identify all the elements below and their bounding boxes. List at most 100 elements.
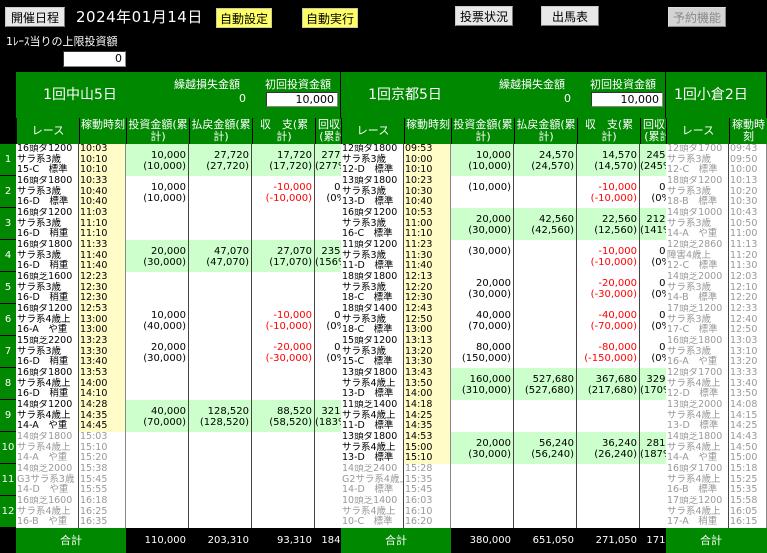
race-row[interactable]: 16頭ダ1200 サラ系3歳 16-D 稍重 11:03 11:10 11:10 (16, 208, 353, 241)
auto-run-button[interactable]: 自動実行 (302, 8, 358, 28)
run-times: 09:53 10:00 10:10 (404, 144, 451, 177)
time-line: 09:53 (405, 144, 433, 154)
run-times: 12:33 12:40 12:50 (729, 304, 767, 337)
column-header-race: レース (666, 118, 729, 144)
value-line: 20,000 (151, 342, 186, 353)
race-row[interactable]: 16頭芝1800 サラ系3歳 16-A や重 13:03 13:10 13:20 (666, 336, 767, 369)
race-row[interactable]: 17頭芝1200 サラ系4歳上 17-A 稍重 15:58 16:05 16:15 (666, 496, 767, 529)
race-line: 16-A や重 (17, 324, 68, 335)
race-line: 16-D 標準 (17, 196, 69, 207)
time-line: 15:55 (80, 484, 108, 495)
race-row[interactable]: 11頭ダ1200 サラ系3歳 11-D 標準 11:23 11:30 11:40 (30,0… (341, 240, 678, 273)
race-row[interactable]: 16頭ダ1200 サラ系3歳 15-C 標準 10:03 10:10 10:10 10,00… (16, 144, 353, 177)
race-info: 16頭ダ1800 サラ系4歳上 16-D 稍重 (16, 368, 79, 401)
race-row[interactable]: 13頭ダ1800 サラ系4歳上 13-D 標準 13:43 13:50 14:00 160,… (341, 368, 678, 401)
toolbar: 開催日程 2024年01月14日 自動設定 自動実行 投票状況 出馬表 予約機能 (0, 0, 767, 30)
race-line: 13頭ダ1800 (342, 432, 398, 442)
race-info: 17頭芝1200 サラ系3歳 17-C 標準 (666, 304, 729, 337)
reservation-button[interactable]: 予約機能 (668, 7, 726, 27)
race-info: 16頭ダ1200 サラ系4歳上 16-A や重 (16, 304, 79, 337)
time-line: 13:23 (80, 336, 108, 346)
race-row[interactable]: 16頭ダ1200 サラ系4歳上 16-A や重 12:53 13:00 13:00 10,0… (16, 304, 353, 337)
race-row[interactable]: 16頭ダ1700 サラ系4歳上 16-B 標準 15:18 15:25 15:35 (666, 464, 767, 497)
run-times: 12:53 13:00 13:00 (79, 304, 126, 337)
race-row[interactable]: 15頭ダ1200 サラ系3歳 15-C 標準 13:13 13:20 13:30 80,00… (341, 336, 678, 369)
auto-setting-button[interactable]: 自動設定 (216, 8, 272, 28)
race-row[interactable]: 16頭芝1600 サラ系3歳 16-D 稍重 12:23 12:30 12:30 (16, 272, 353, 305)
time-line: 11:13 (730, 240, 758, 250)
race-line: 18-C 標準 (342, 292, 393, 303)
time-line: 14:18 (405, 400, 433, 410)
invest-amount: 20,000 (30,000) (451, 208, 514, 241)
race-info: 18頭ダ1800 サラ系3歳 18-C 標準 (341, 272, 404, 305)
time-line: 16:18 (80, 496, 108, 506)
balance-amount: 36,240 (26,240) (577, 432, 640, 465)
race-line: 14頭ダ1200 (17, 400, 73, 410)
race-row[interactable]: 16頭芝1600 サラ系4歳上 16-B や重 16:18 16:25 16:35 (16, 496, 353, 529)
cumulative-line: (-30,000) (590, 289, 637, 300)
initial-investment-input[interactable]: 10,000 (266, 92, 338, 107)
race-info: 14頭ダ1000 サラ系3歳 14-A や重 (666, 208, 729, 241)
run-times: 13:13 13:20 13:30 (404, 336, 451, 369)
race-row[interactable]: 12頭ダ1800 サラ系3歳 12-D 標準 09:53 10:00 10:10 10,00… (341, 144, 678, 177)
race-line: 16頭ダ1800 (17, 240, 73, 250)
race-row[interactable]: 10頭芝1400 サラ系4歳上 10-C 標準 16:03 16:10 16:20 (341, 496, 678, 529)
race-row[interactable]: 18頭ダ1200 サラ系3歳 18-B 標準 10:13 10:20 10:30 (666, 176, 767, 209)
payout-amount (514, 176, 577, 209)
race-row[interactable]: 11頭芝1400 サラ系4歳上 11-D 標準 14:18 14:25 14:35 (341, 400, 678, 433)
race-line: 16-C 標準 (342, 228, 393, 239)
invest-amount (126, 208, 189, 241)
race-row[interactable]: 18頭ダ1800 サラ系3歳 18-C 標準 12:13 12:20 12:30 20,00… (341, 272, 678, 305)
race-row[interactable]: 14頭ダ1200 サラ系4歳上 14-A や重 14:28 14:35 14:45 40,0… (16, 400, 353, 433)
balance-amount: -40,000 (-70,000) (577, 304, 640, 337)
balance-amount (252, 208, 315, 241)
race-row[interactable]: 14頭芝2000 G3サラ系3歳 14-D や重 15:38 15:45 15:55 (16, 464, 353, 497)
race-row[interactable]: 12頭ダ1700 サラ系4歳上 12-D 標準 13:33 13:40 13:50 (666, 368, 767, 401)
race-row[interactable]: 18頭ダ1400 サラ系3歳 18-C 標準 12:43 12:50 13:00 40,00… (341, 304, 678, 337)
race-info: 15頭芝2200 サラ系3歳 16-D 稍重 (16, 336, 79, 369)
race-row[interactable]: 14頭芝2000 サラ系3歳 14-B 標準 12:03 12:10 12:20 (666, 272, 767, 305)
row-number: 9 (0, 400, 16, 432)
race-row[interactable]: 16頭ダ1200 サラ系3歳 16-C 標準 10:53 11:00 11:10 20,00… (341, 208, 678, 241)
race-row[interactable]: 17頭芝1200 サラ系3歳 17-C 標準 12:33 12:40 12:50 (666, 304, 767, 337)
row-number: 8 (0, 368, 16, 400)
race-row[interactable]: 12頭芝2860 障害4歳上 12-C 標準 11:13 11:20 11:30 (666, 240, 767, 273)
run-times: 11:13 11:20 11:30 (729, 240, 767, 273)
time-line: 12:20 (730, 292, 758, 303)
race-row[interactable]: 16頭ダ1800 サラ系3歳 16-D 標準 10:33 10:40 10:40 10,00… (16, 176, 353, 209)
vote-status-button[interactable]: 投票状況 (455, 6, 513, 26)
race-info: 10頭芝1400 サラ系4歳上 10-C 標準 (341, 496, 404, 529)
race-line: 13-D 標準 (342, 388, 394, 399)
value-line: 40,000 (151, 406, 186, 417)
time-line: 16:15 (730, 516, 758, 527)
race-row[interactable]: 15頭芝2200 サラ系3歳 16-D 稍重 13:23 13:30 13:40 20,00… (16, 336, 353, 369)
schedule-button[interactable]: 開催日程 (5, 7, 65, 27)
race-info: 14頭芝2000 G3サラ系3歳 14-D や重 (16, 464, 79, 497)
race-row[interactable]: 16頭ダ1800 サラ系3歳 16-D 稍重 11:33 11:40 11:40 20,00… (16, 240, 353, 273)
limit-input[interactable]: 0 (63, 51, 126, 67)
time-line: 14:10 (80, 388, 108, 399)
race-row[interactable]: 14頭芝2400 G2サラ系4歳上 14-D 標準 15:28 15:35 15:45 (341, 464, 678, 497)
payout-amount (189, 368, 252, 401)
payout-amount: 42,560 (42,560) (514, 208, 577, 241)
race-row[interactable]: 13頭芝2000 サラ系4歳上 13-D 標準 14:08 14:15 14:25 (666, 400, 767, 433)
race-row[interactable]: 14頭ダ1800 サラ系4歳上 14-A や重 15:03 15:10 15:20 (16, 432, 353, 465)
time-line: 10:13 (730, 176, 758, 186)
invest-amount: (10,000) (451, 176, 514, 209)
race-row[interactable]: 14頭ダ1000 サラ系3歳 14-A や重 10:43 10:50 11:00 (666, 208, 767, 241)
venue-name: 1回小倉2日 (674, 87, 748, 103)
race-row[interactable]: 16頭ダ1800 サラ系4歳上 16-D 稍重 13:53 14:00 14:10 (16, 368, 353, 401)
race-line: 13頭芝2000 (667, 400, 723, 410)
race-info: 13頭ダ1800 サラ系4歳上 13-D 標準 (341, 432, 404, 465)
balance-amount (252, 272, 315, 305)
balance-amount: 14,570 (14,570) (577, 144, 640, 177)
time-line: 13:53 (80, 368, 108, 378)
race-row[interactable]: 13頭ダ1800 サラ系3歳 13-D 標準 10:23 10:30 10:40 (10,0… (341, 176, 678, 209)
entries-button[interactable]: 出馬表 (541, 6, 599, 26)
race-row[interactable]: 13頭ダ1800 サラ系4歳上 13-D 標準 14:53 15:00 15:10 20,0… (341, 432, 678, 465)
initial-investment-input[interactable]: 10,000 (591, 92, 663, 107)
race-row[interactable]: 12頭ダ1700 サラ系3歳 12-C 標準 09:43 09:50 10:00 (666, 144, 767, 177)
race-row[interactable]: 14頭芝1800 サラ系4歳上 14-A や重 14:43 14:50 15:00 (666, 432, 767, 465)
invest-amount: 40,000 (70,000) (451, 304, 514, 337)
race-info: 14頭芝2000 サラ系3歳 14-B 標準 (666, 272, 729, 305)
